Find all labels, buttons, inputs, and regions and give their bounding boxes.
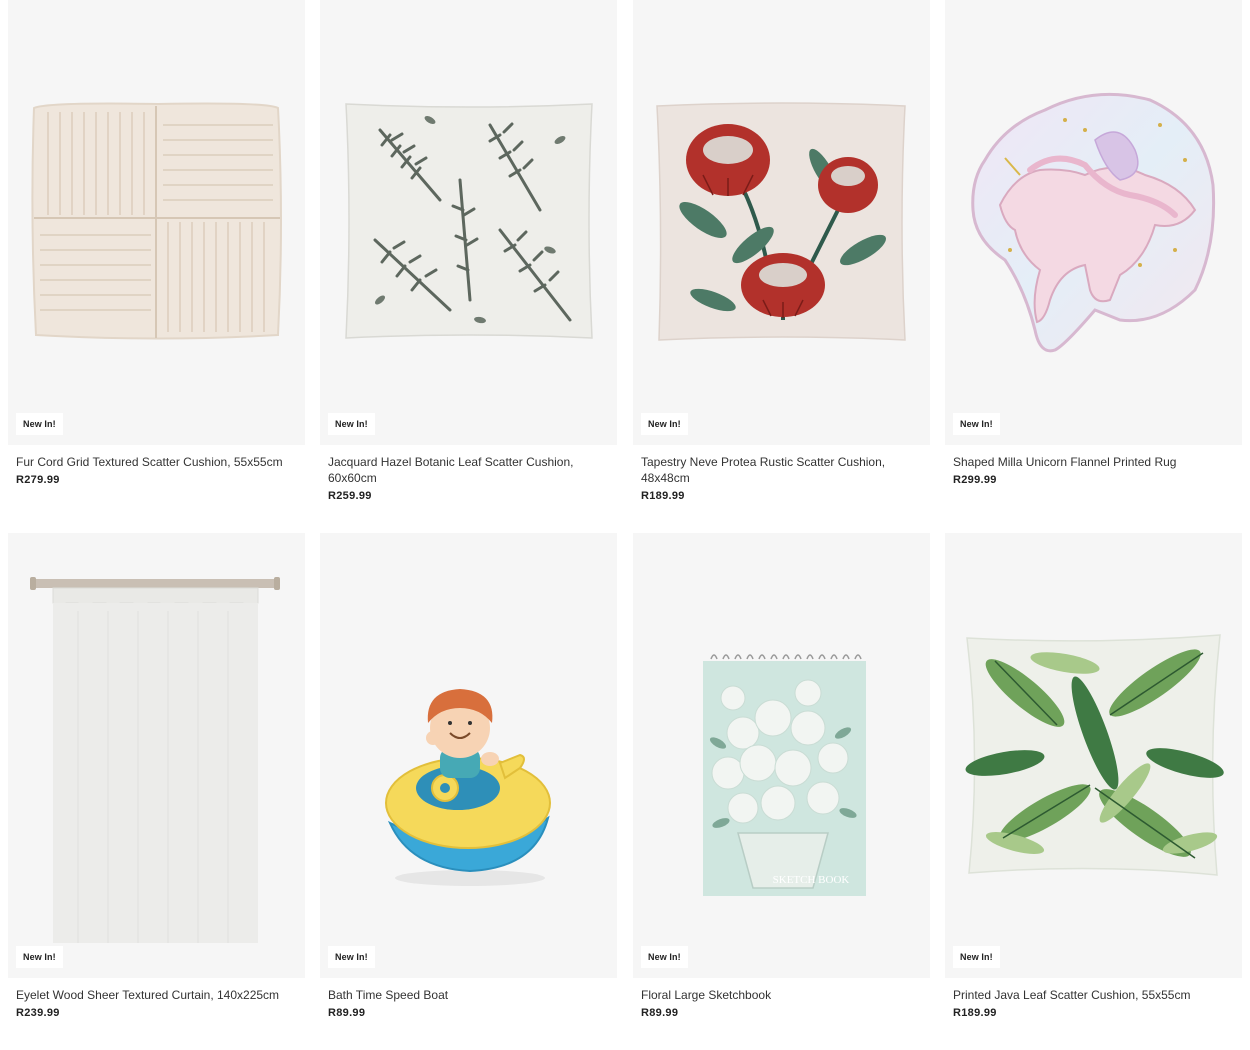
product-price: R89.99: [641, 1007, 679, 1019]
product-name[interactable]: Printed Java Leaf Scatter Cushion, 55x55…: [953, 987, 1234, 1003]
product-price: R239.99: [16, 1007, 60, 1019]
product-price: R189.99: [641, 490, 685, 502]
product-image[interactable]: New In!: [945, 0, 1242, 445]
sketchbook-cover-text: SKETCH BOOK: [773, 874, 850, 886]
new-in-badge: New In!: [641, 946, 688, 968]
product-price: R89.99: [328, 1007, 366, 1019]
new-in-badge: New In!: [16, 946, 63, 968]
product-name[interactable]: Floral Large Sketchbook: [641, 987, 922, 1003]
new-in-badge: New In!: [328, 946, 375, 968]
product-name[interactable]: Bath Time Speed Boat: [328, 987, 609, 1003]
product-image[interactable]: SKETCH BOOK New In!: [633, 533, 930, 978]
product-image[interactable]: New In!: [8, 0, 305, 445]
product-name[interactable]: Jacquard Hazel Botanic Leaf Scatter Cush…: [328, 454, 609, 486]
new-in-badge: New In!: [16, 413, 63, 435]
product-image[interactable]: New In!: [320, 533, 617, 978]
product-name[interactable]: Tapestry Neve Protea Rustic Scatter Cush…: [641, 454, 922, 486]
product-card[interactable]: New In! Printed Java Leaf Scatter Cushio…: [945, 533, 1242, 1019]
product-card[interactable]: New In! Jacquard Hazel Botanic Leaf Scat…: [320, 0, 617, 502]
new-in-badge: New In!: [641, 413, 688, 435]
product-price: R259.99: [328, 490, 372, 502]
product-card[interactable]: SKETCH BOOK New In! Floral Large Sketchb…: [633, 533, 930, 1019]
new-in-badge: New In!: [328, 413, 375, 435]
product-card[interactable]: New In! Bath Time Speed Boat R89.99: [320, 533, 617, 1019]
product-name[interactable]: Shaped Milla Unicorn Flannel Printed Rug: [953, 454, 1234, 470]
product-name[interactable]: Fur Cord Grid Textured Scatter Cushion, …: [16, 454, 297, 470]
product-image[interactable]: New In!: [8, 533, 305, 978]
product-price: R189.99: [953, 1007, 997, 1019]
new-in-badge: New In!: [953, 413, 1000, 435]
product-price: R279.99: [16, 474, 60, 486]
product-card[interactable]: New In! Tapestry Neve Protea Rustic Scat…: [633, 0, 930, 502]
product-name[interactable]: Eyelet Wood Sheer Textured Curtain, 140x…: [16, 987, 297, 1003]
product-grid: New In! Fur Cord Grid Textured Scatter C…: [0, 0, 1250, 1050]
product-image[interactable]: New In!: [320, 0, 617, 445]
product-image[interactable]: New In!: [945, 533, 1242, 978]
product-image[interactable]: New In!: [633, 0, 930, 445]
product-price: R299.99: [953, 474, 997, 486]
product-card[interactable]: New In! Eyelet Wood Sheer Textured Curta…: [8, 533, 305, 1019]
product-card[interactable]: New In! Fur Cord Grid Textured Scatter C…: [8, 0, 305, 486]
new-in-badge: New In!: [953, 946, 1000, 968]
product-card[interactable]: New In! Shaped Milla Unicorn Flannel Pri…: [945, 0, 1242, 486]
